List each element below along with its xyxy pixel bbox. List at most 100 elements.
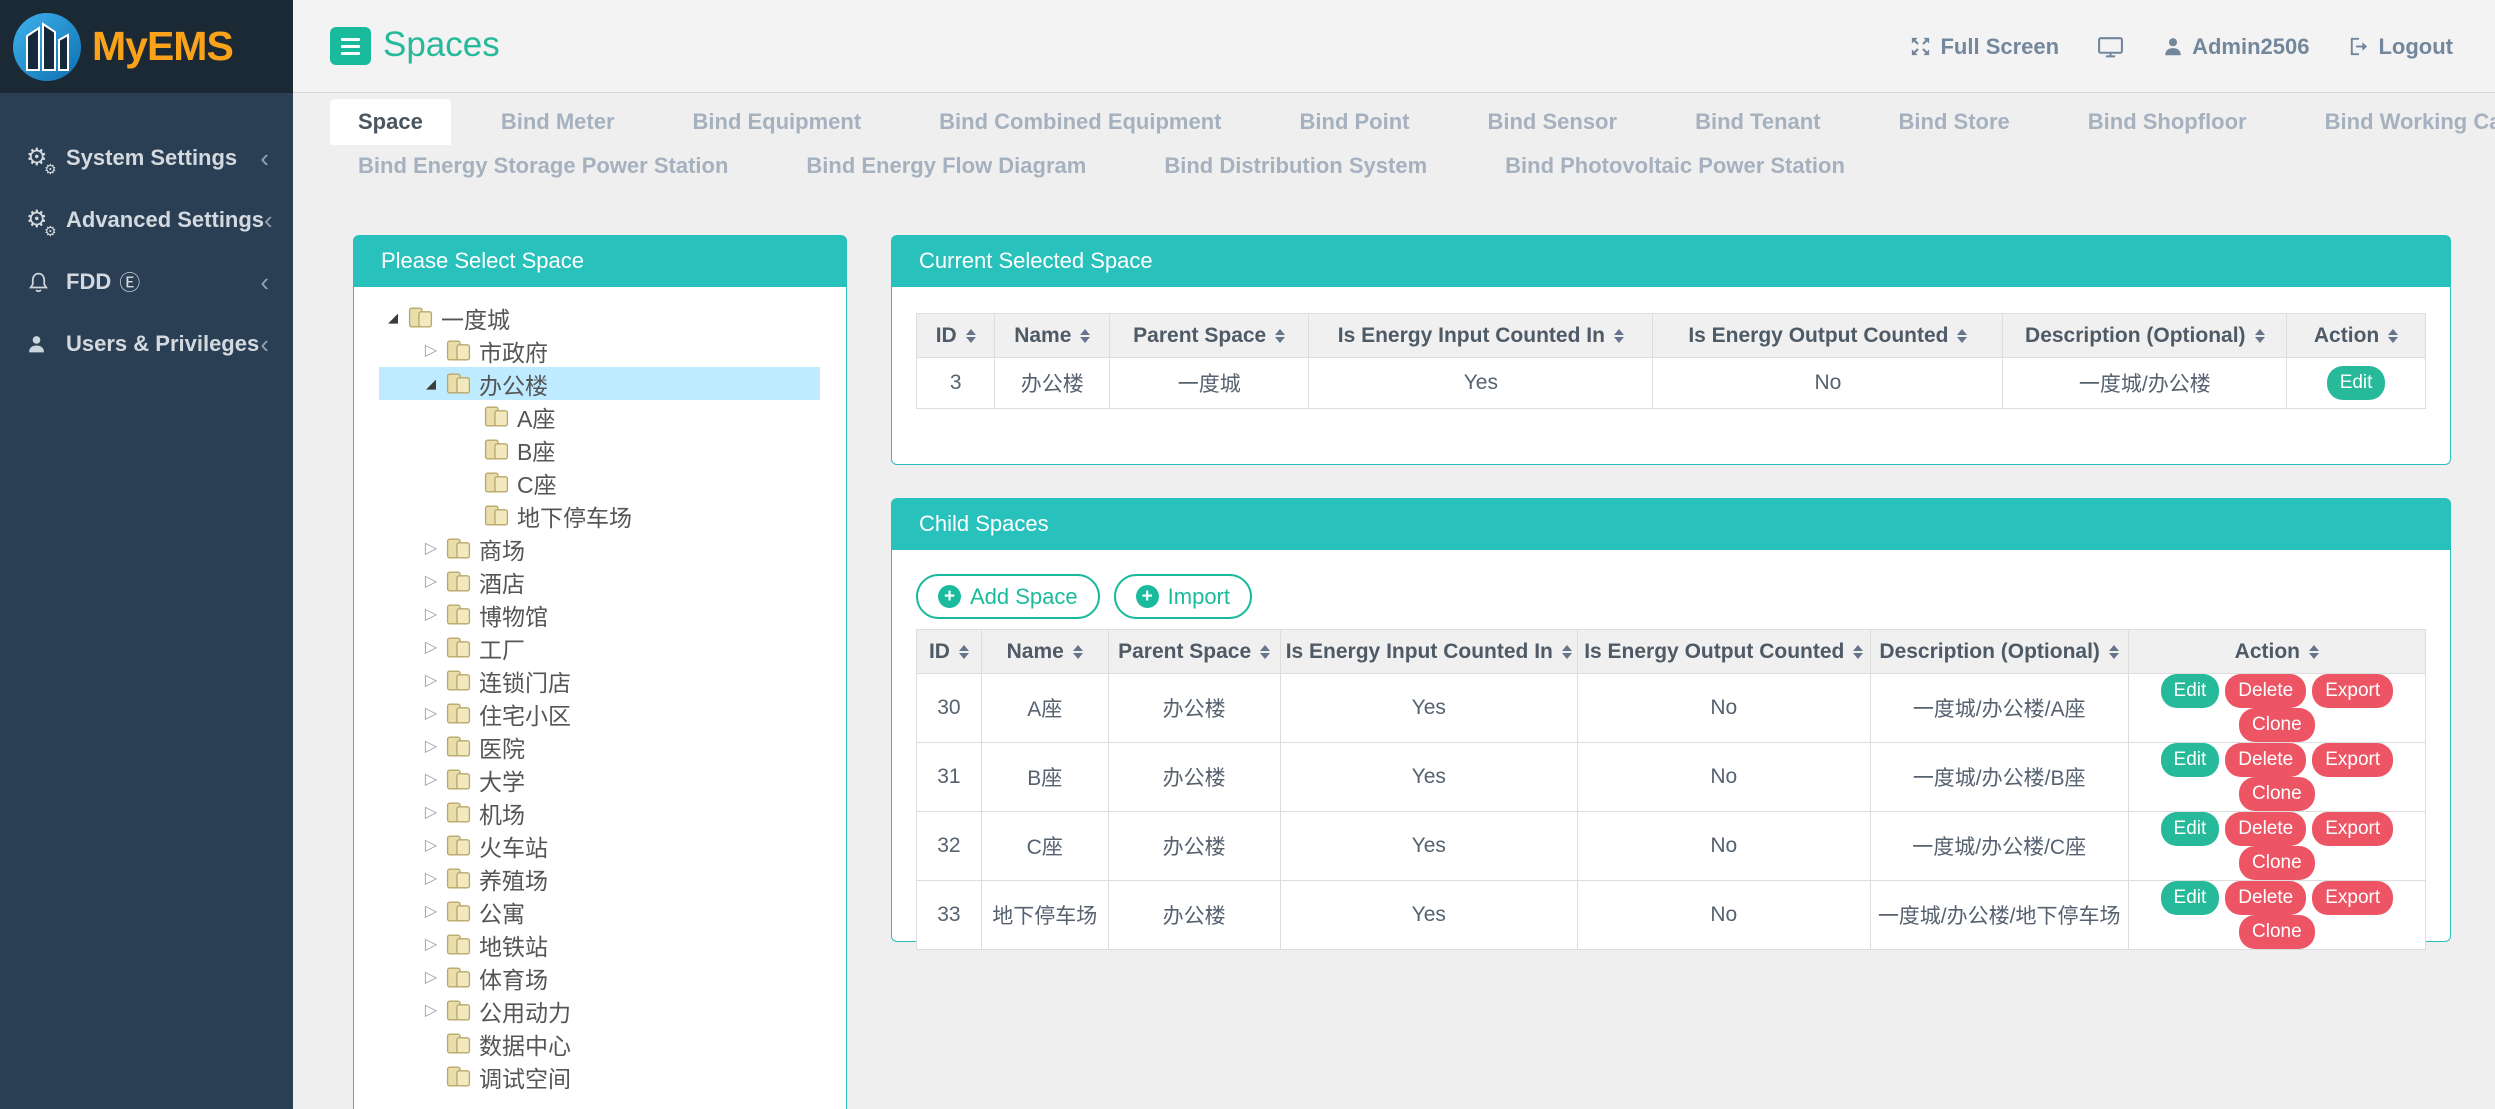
tree-collapse-icon[interactable]: ◢ — [417, 377, 445, 390]
cell-parent-space: 办公楼 — [1108, 881, 1280, 950]
export-button[interactable]: Export — [2312, 674, 2393, 708]
tree-expand-icon[interactable]: ▷ — [417, 673, 445, 689]
tree-node[interactable]: ▷公寓 — [379, 895, 820, 928]
tree-expand-icon[interactable]: ▷ — [417, 706, 445, 722]
column-header-description-optional[interactable]: Description (Optional) — [2003, 314, 2287, 358]
edit-button[interactable]: Edit — [2161, 674, 2220, 708]
tab-bind-energy-flow-diagram[interactable]: Bind Energy Flow Diagram — [778, 145, 1114, 187]
import-button[interactable]: + Import — [1114, 574, 1252, 619]
column-header-name[interactable]: Name — [981, 630, 1108, 674]
tree-node[interactable]: ▷体育场 — [379, 961, 820, 994]
tab-bind-tenant[interactable]: Bind Tenant — [1667, 99, 1848, 145]
tab-bind-sensor[interactable]: Bind Sensor — [1459, 99, 1645, 145]
tree-node[interactable]: 调试空间 — [379, 1060, 820, 1093]
tree-expand-icon[interactable]: ▷ — [417, 871, 445, 887]
add-space-button[interactable]: + Add Space — [916, 574, 1100, 619]
tree-node[interactable]: ▷商场 — [379, 532, 820, 565]
export-button[interactable]: Export — [2312, 881, 2393, 915]
tree-node[interactable]: ▷公用动力 — [379, 994, 820, 1027]
tab-bind-distribution-system[interactable]: Bind Distribution System — [1136, 145, 1455, 187]
tree-node[interactable]: ▷养殖场 — [379, 862, 820, 895]
tree-expand-icon[interactable]: ▷ — [417, 607, 445, 623]
tree-expand-icon[interactable]: ▷ — [417, 970, 445, 986]
tree-node[interactable]: 地下停车场 — [379, 499, 820, 532]
sidebar-item-system-settings[interactable]: ⚙⚙System Settings‹ — [0, 127, 293, 189]
tree-expand-icon[interactable]: ▷ — [417, 640, 445, 656]
tree-expand-icon[interactable]: ▷ — [417, 739, 445, 755]
tree-node[interactable]: ▷医院 — [379, 730, 820, 763]
column-header-is-energy-output-counted[interactable]: Is Energy Output Counted — [1653, 314, 2003, 358]
tree-node[interactable]: ◢一度城 — [379, 301, 820, 334]
edit-button[interactable]: Edit — [2161, 881, 2220, 915]
column-header-id[interactable]: ID — [917, 630, 982, 674]
export-button[interactable]: Export — [2312, 743, 2393, 777]
tab-bind-photovoltaic-power-station[interactable]: Bind Photovoltaic Power Station — [1477, 145, 1873, 187]
column-header-action[interactable]: Action — [2128, 630, 2425, 674]
tree-expand-icon[interactable]: ▷ — [417, 838, 445, 854]
tab-bind-equipment[interactable]: Bind Equipment — [665, 99, 890, 145]
tree-expand-icon[interactable]: ▷ — [417, 805, 445, 821]
tree-node[interactable]: A座 — [379, 400, 820, 433]
clone-button[interactable]: Clone — [2239, 708, 2315, 742]
tab-bind-combined-equipment[interactable]: Bind Combined Equipment — [911, 99, 1249, 145]
delete-button[interactable]: Delete — [2225, 674, 2306, 708]
tree-node[interactable]: ◢办公楼 — [379, 367, 820, 400]
tree-expand-icon[interactable]: ▷ — [417, 772, 445, 788]
tree-node[interactable]: ▷住宅小区 — [379, 697, 820, 730]
tab-bind-store[interactable]: Bind Store — [1871, 99, 2038, 145]
sidebar-item-fdd[interactable]: FDDⒺ‹ — [0, 251, 293, 313]
export-button[interactable]: Export — [2312, 812, 2393, 846]
tree-node[interactable]: ▷市政府 — [379, 334, 820, 367]
tab-bind-energy-storage-power-station[interactable]: Bind Energy Storage Power Station — [330, 145, 756, 187]
clone-button[interactable]: Clone — [2239, 777, 2315, 811]
tree-node[interactable]: B座 — [379, 433, 820, 466]
tab-bind-point[interactable]: Bind Point — [1272, 99, 1438, 145]
column-header-is-energy-output-counted[interactable]: Is Energy Output Counted — [1577, 630, 1870, 674]
column-header-parent-space[interactable]: Parent Space — [1110, 314, 1309, 358]
fullscreen-button[interactable]: Full Screen — [1909, 34, 2059, 60]
column-header-description-optional[interactable]: Description (Optional) — [1870, 630, 2128, 674]
column-header-parent-space[interactable]: Parent Space — [1108, 630, 1280, 674]
tree-node[interactable]: ▷地铁站 — [379, 928, 820, 961]
tab-bind-meter[interactable]: Bind Meter — [473, 99, 643, 145]
tree-node[interactable]: 数据中心 — [379, 1027, 820, 1060]
tree-node[interactable]: ▷机场 — [379, 796, 820, 829]
column-header-action[interactable]: Action — [2287, 314, 2426, 358]
delete-button[interactable]: Delete — [2225, 881, 2306, 915]
sidebar-item-advanced-settings[interactable]: ⚙⚙Advanced Settings‹ — [0, 189, 293, 251]
column-header-is-energy-input-counted-in[interactable]: Is Energy Input Counted In — [1309, 314, 1653, 358]
menu-toggle-button[interactable] — [330, 27, 371, 65]
tab-bind-shopfloor[interactable]: Bind Shopfloor — [2060, 99, 2275, 145]
column-header-name[interactable]: Name — [995, 314, 1110, 358]
tree-node[interactable]: ▷工厂 — [379, 631, 820, 664]
delete-button[interactable]: Delete — [2225, 743, 2306, 777]
edit-button[interactable]: Edit — [2161, 743, 2220, 777]
column-header-is-energy-input-counted-in[interactable]: Is Energy Input Counted In — [1280, 630, 1577, 674]
tree-expand-icon[interactable]: ▷ — [417, 541, 445, 557]
column-header-id[interactable]: ID — [917, 314, 995, 358]
tree-node[interactable]: ▷连锁门店 — [379, 664, 820, 697]
tab-bind-working-calendar[interactable]: Bind Working Calendar — [2297, 99, 2495, 145]
tree-node[interactable]: ▷大学 — [379, 763, 820, 796]
tree-node[interactable]: ▷博物馆 — [379, 598, 820, 631]
delete-button[interactable]: Delete — [2225, 812, 2306, 846]
display-button[interactable] — [2097, 34, 2124, 59]
tab-space[interactable]: Space — [330, 99, 451, 145]
tree-expand-icon[interactable]: ▷ — [417, 1003, 445, 1019]
user-menu[interactable]: Admin2506 — [2162, 34, 2309, 60]
clone-button[interactable]: Clone — [2239, 915, 2315, 949]
tree-node[interactable]: C座 — [379, 466, 820, 499]
clone-button[interactable]: Clone — [2239, 846, 2315, 880]
app-logo[interactable]: MyEMS — [0, 0, 293, 93]
tree-collapse-icon[interactable]: ◢ — [379, 311, 407, 324]
logout-button[interactable]: Logout — [2347, 34, 2453, 60]
tree-expand-icon[interactable]: ▷ — [417, 904, 445, 920]
tree-expand-icon[interactable]: ▷ — [417, 937, 445, 953]
tree-node[interactable]: ▷火车站 — [379, 829, 820, 862]
tree-expand-icon[interactable]: ▷ — [417, 343, 445, 359]
edit-button[interactable]: Edit — [2327, 366, 2386, 400]
tree-node[interactable]: ▷酒店 — [379, 565, 820, 598]
edit-button[interactable]: Edit — [2161, 812, 2220, 846]
sidebar-item-users-privileges[interactable]: Users & Privileges‹ — [0, 313, 293, 375]
tree-expand-icon[interactable]: ▷ — [417, 574, 445, 590]
